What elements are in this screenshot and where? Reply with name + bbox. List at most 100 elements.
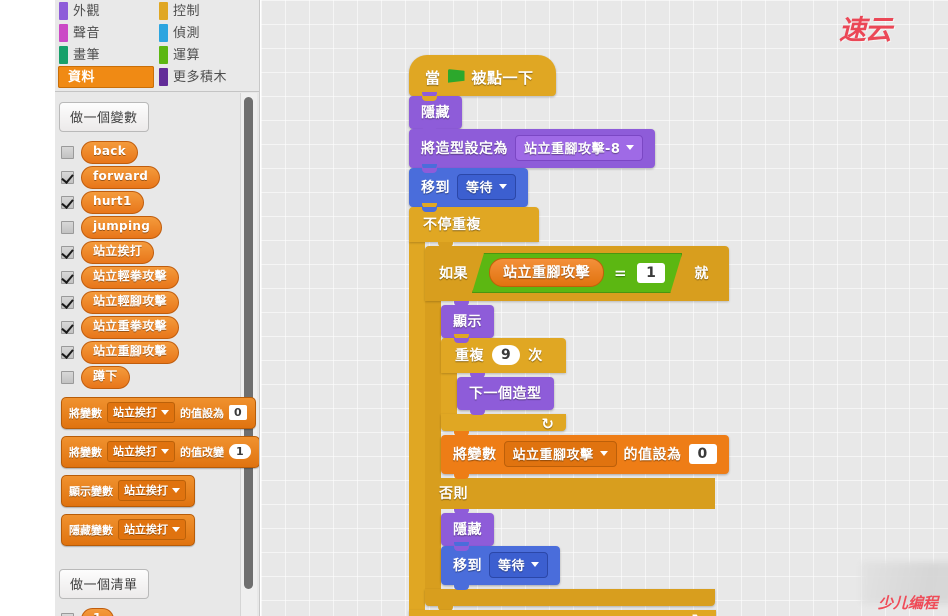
- block-label-when: 當: [425, 69, 441, 87]
- variable-dropdown[interactable]: 站立重腳攻擊: [503, 441, 617, 467]
- target-dropdown[interactable]: 等待: [489, 552, 549, 578]
- chevron-down-icon: [499, 184, 508, 189]
- variable-pill[interactable]: forward: [81, 166, 161, 189]
- block-set-variable[interactable]: 將變數 站立重腳攻擊 的值設為 0: [441, 431, 729, 479]
- dropdown-value: 等待: [498, 559, 526, 574]
- variable-checkbox[interactable]: [61, 146, 74, 159]
- block-label-prefix: 將變數: [69, 406, 102, 420]
- variable-pill[interactable]: 站立挨打: [81, 241, 155, 264]
- dropdown-value: 等待: [466, 181, 494, 196]
- costume-dropdown[interactable]: 站立重腳攻擊-8: [515, 135, 644, 161]
- if-header[interactable]: 如果 站立重腳攻擊 = 1 就: [425, 242, 729, 301]
- loop-arrow-icon: ↻: [541, 415, 554, 433]
- variable-pill[interactable]: back: [81, 141, 138, 164]
- block-go-to[interactable]: 移到 等待: [409, 164, 529, 212]
- variable-reporter[interactable]: 站立重腳攻擊: [489, 258, 604, 287]
- block-switch-costume[interactable]: 將造型設定為 站立重腳攻擊-8: [409, 125, 656, 173]
- category-sound[interactable]: 聲音: [58, 22, 154, 44]
- category-looks[interactable]: 外觀: [58, 0, 154, 22]
- make-a-variable-button[interactable]: 做一個變數: [59, 102, 149, 132]
- dropdown-value: 站立挨打: [124, 484, 168, 497]
- category-swatch-icon: [159, 24, 168, 42]
- category-label: 聲音: [73, 25, 101, 41]
- variable-pill[interactable]: 蹲下: [81, 366, 130, 389]
- variable-checkbox[interactable]: [61, 196, 74, 209]
- palette-block-change-variable[interactable]: 將變數 站立挨打 的值改變 1: [61, 436, 259, 468]
- else-body: 隱藏 移到 等待: [441, 509, 561, 590]
- forever-body-row: 如果 站立重腳攻擊 = 1 就 顯示 重複 9 次 下一個造型 ↻ 將變數 站立…: [409, 242, 729, 611]
- operand-input[interactable]: 1: [637, 263, 665, 283]
- forever-left-arm: [409, 242, 425, 610]
- repeat-left-arm: [441, 373, 457, 414]
- variable-dropdown[interactable]: 站立挨打: [107, 441, 175, 462]
- variable-checkbox[interactable]: [61, 221, 74, 234]
- list-pill[interactable]: 1: [81, 608, 114, 616]
- variable-pill[interactable]: 站立重腳攻擊: [81, 341, 179, 364]
- target-dropdown[interactable]: 等待: [457, 174, 517, 200]
- block-if-else[interactable]: 如果 站立重腳攻擊 = 1 就 顯示 重複 9 次 下一個造型 ↻ 將變數 站立…: [425, 242, 729, 611]
- block-label-prefix: 顯示變數: [69, 484, 113, 498]
- block-label-prefix: 將變數: [453, 447, 497, 463]
- category-data[interactable]: 資料: [58, 66, 154, 88]
- category-pen[interactable]: 畫筆: [58, 44, 154, 66]
- variable-checkbox[interactable]: [61, 321, 74, 334]
- category-sensing[interactable]: 偵測: [158, 22, 254, 44]
- category-label: 外觀: [73, 3, 101, 19]
- repeat-count-input[interactable]: 9: [492, 345, 521, 365]
- variable-dropdown[interactable]: 站立挨打: [118, 519, 186, 540]
- variable-pill[interactable]: jumping: [81, 216, 163, 239]
- list-item: hurt1: [55, 190, 259, 215]
- category-swatch-icon: [59, 24, 68, 42]
- variable-checkbox[interactable]: [61, 246, 74, 259]
- category-control[interactable]: 控制: [158, 0, 254, 22]
- block-repeat[interactable]: 重複 9 次 下一個造型 ↻: [441, 334, 566, 436]
- block-label: 移到: [421, 180, 450, 196]
- variable-checkbox[interactable]: [61, 271, 74, 284]
- variable-pill[interactable]: 站立重拳攻擊: [81, 316, 179, 339]
- block-label-else: 否則: [439, 486, 468, 502]
- repeat-header[interactable]: 重複 9 次: [441, 334, 566, 373]
- dropdown-value: 站立挨打: [113, 406, 157, 419]
- value-input[interactable]: 1: [229, 444, 251, 459]
- scratch-editor-window: 外觀 聲音 畫筆 資料 控制 偵測 運算 更多積木 做一個變數 back for…: [0, 0, 948, 616]
- block-label-prefix: 將變數: [69, 445, 102, 459]
- chevron-down-icon: [161, 409, 169, 415]
- palette-block-set-variable[interactable]: 將變數 站立挨打 的值設為 0: [61, 397, 256, 429]
- block-go-to[interactable]: 移到 等待: [441, 542, 561, 590]
- else-body-row: 隱藏 移到 等待: [425, 509, 729, 590]
- repeat-body-row: 下一個造型: [441, 373, 566, 415]
- script-canvas[interactable]: 當 被點一下 隱藏 將造型設定為 站立重腳攻擊-8 移到 等待 不停重複 如果 …: [261, 0, 948, 616]
- chevron-down-icon: [172, 487, 180, 493]
- value-input[interactable]: 0: [229, 405, 247, 420]
- equals-contents: 站立重腳攻擊 = 1: [489, 258, 665, 287]
- category-more-blocks[interactable]: 更多積木: [158, 66, 254, 88]
- category-label: 資料: [68, 69, 96, 85]
- loop-arrow-icon: ↻: [691, 611, 704, 616]
- variable-checkbox[interactable]: [61, 371, 74, 384]
- forever-header[interactable]: 不停重複: [409, 203, 539, 242]
- variable-dropdown[interactable]: 站立挨打: [107, 402, 175, 423]
- variable-dropdown[interactable]: 站立挨打: [118, 480, 186, 501]
- variable-pill[interactable]: hurt1: [81, 191, 144, 214]
- variable-checkbox[interactable]: [61, 171, 74, 184]
- if-body-row: 顯示 重複 9 次 下一個造型 ↻ 將變數 站立重腳攻擊 的值設為 0: [425, 301, 729, 479]
- palette-block-show-variable[interactable]: 顯示變數 站立挨打: [61, 475, 195, 507]
- value-input[interactable]: 0: [688, 444, 717, 464]
- block-label-middle: 的值改變: [180, 445, 224, 459]
- variable-pill[interactable]: 站立輕腳攻擊: [81, 291, 179, 314]
- variable-checkbox[interactable]: [61, 296, 74, 309]
- variable-checkbox[interactable]: [61, 346, 74, 359]
- chevron-down-icon: [172, 526, 180, 532]
- variable-pill[interactable]: 站立輕拳攻擊: [81, 266, 179, 289]
- block-when-flag-clicked[interactable]: 當 被點一下: [409, 55, 556, 101]
- script-stack: 當 被點一下 隱藏 將造型設定為 站立重腳攻擊-8 移到 等待 不停重複 如果 …: [409, 55, 729, 616]
- category-operators[interactable]: 運算: [158, 44, 254, 66]
- make-a-list-button[interactable]: 做一個清單: [59, 569, 149, 599]
- block-forever[interactable]: 不停重複 如果 站立重腳攻擊 = 1 就 顯示 重複 9 次 下一個造型 ↻ 將…: [409, 203, 729, 616]
- else-header: 否則: [425, 478, 715, 509]
- palette-block-hide-variable[interactable]: 隱藏變數 站立挨打: [61, 514, 195, 546]
- block-next-costume[interactable]: 下一個造型: [457, 373, 554, 415]
- block-label-suffix: 次: [528, 348, 543, 364]
- category-label: 運算: [173, 47, 201, 63]
- block-equals-operator[interactable]: 站立重腳攻擊 = 1: [472, 253, 682, 293]
